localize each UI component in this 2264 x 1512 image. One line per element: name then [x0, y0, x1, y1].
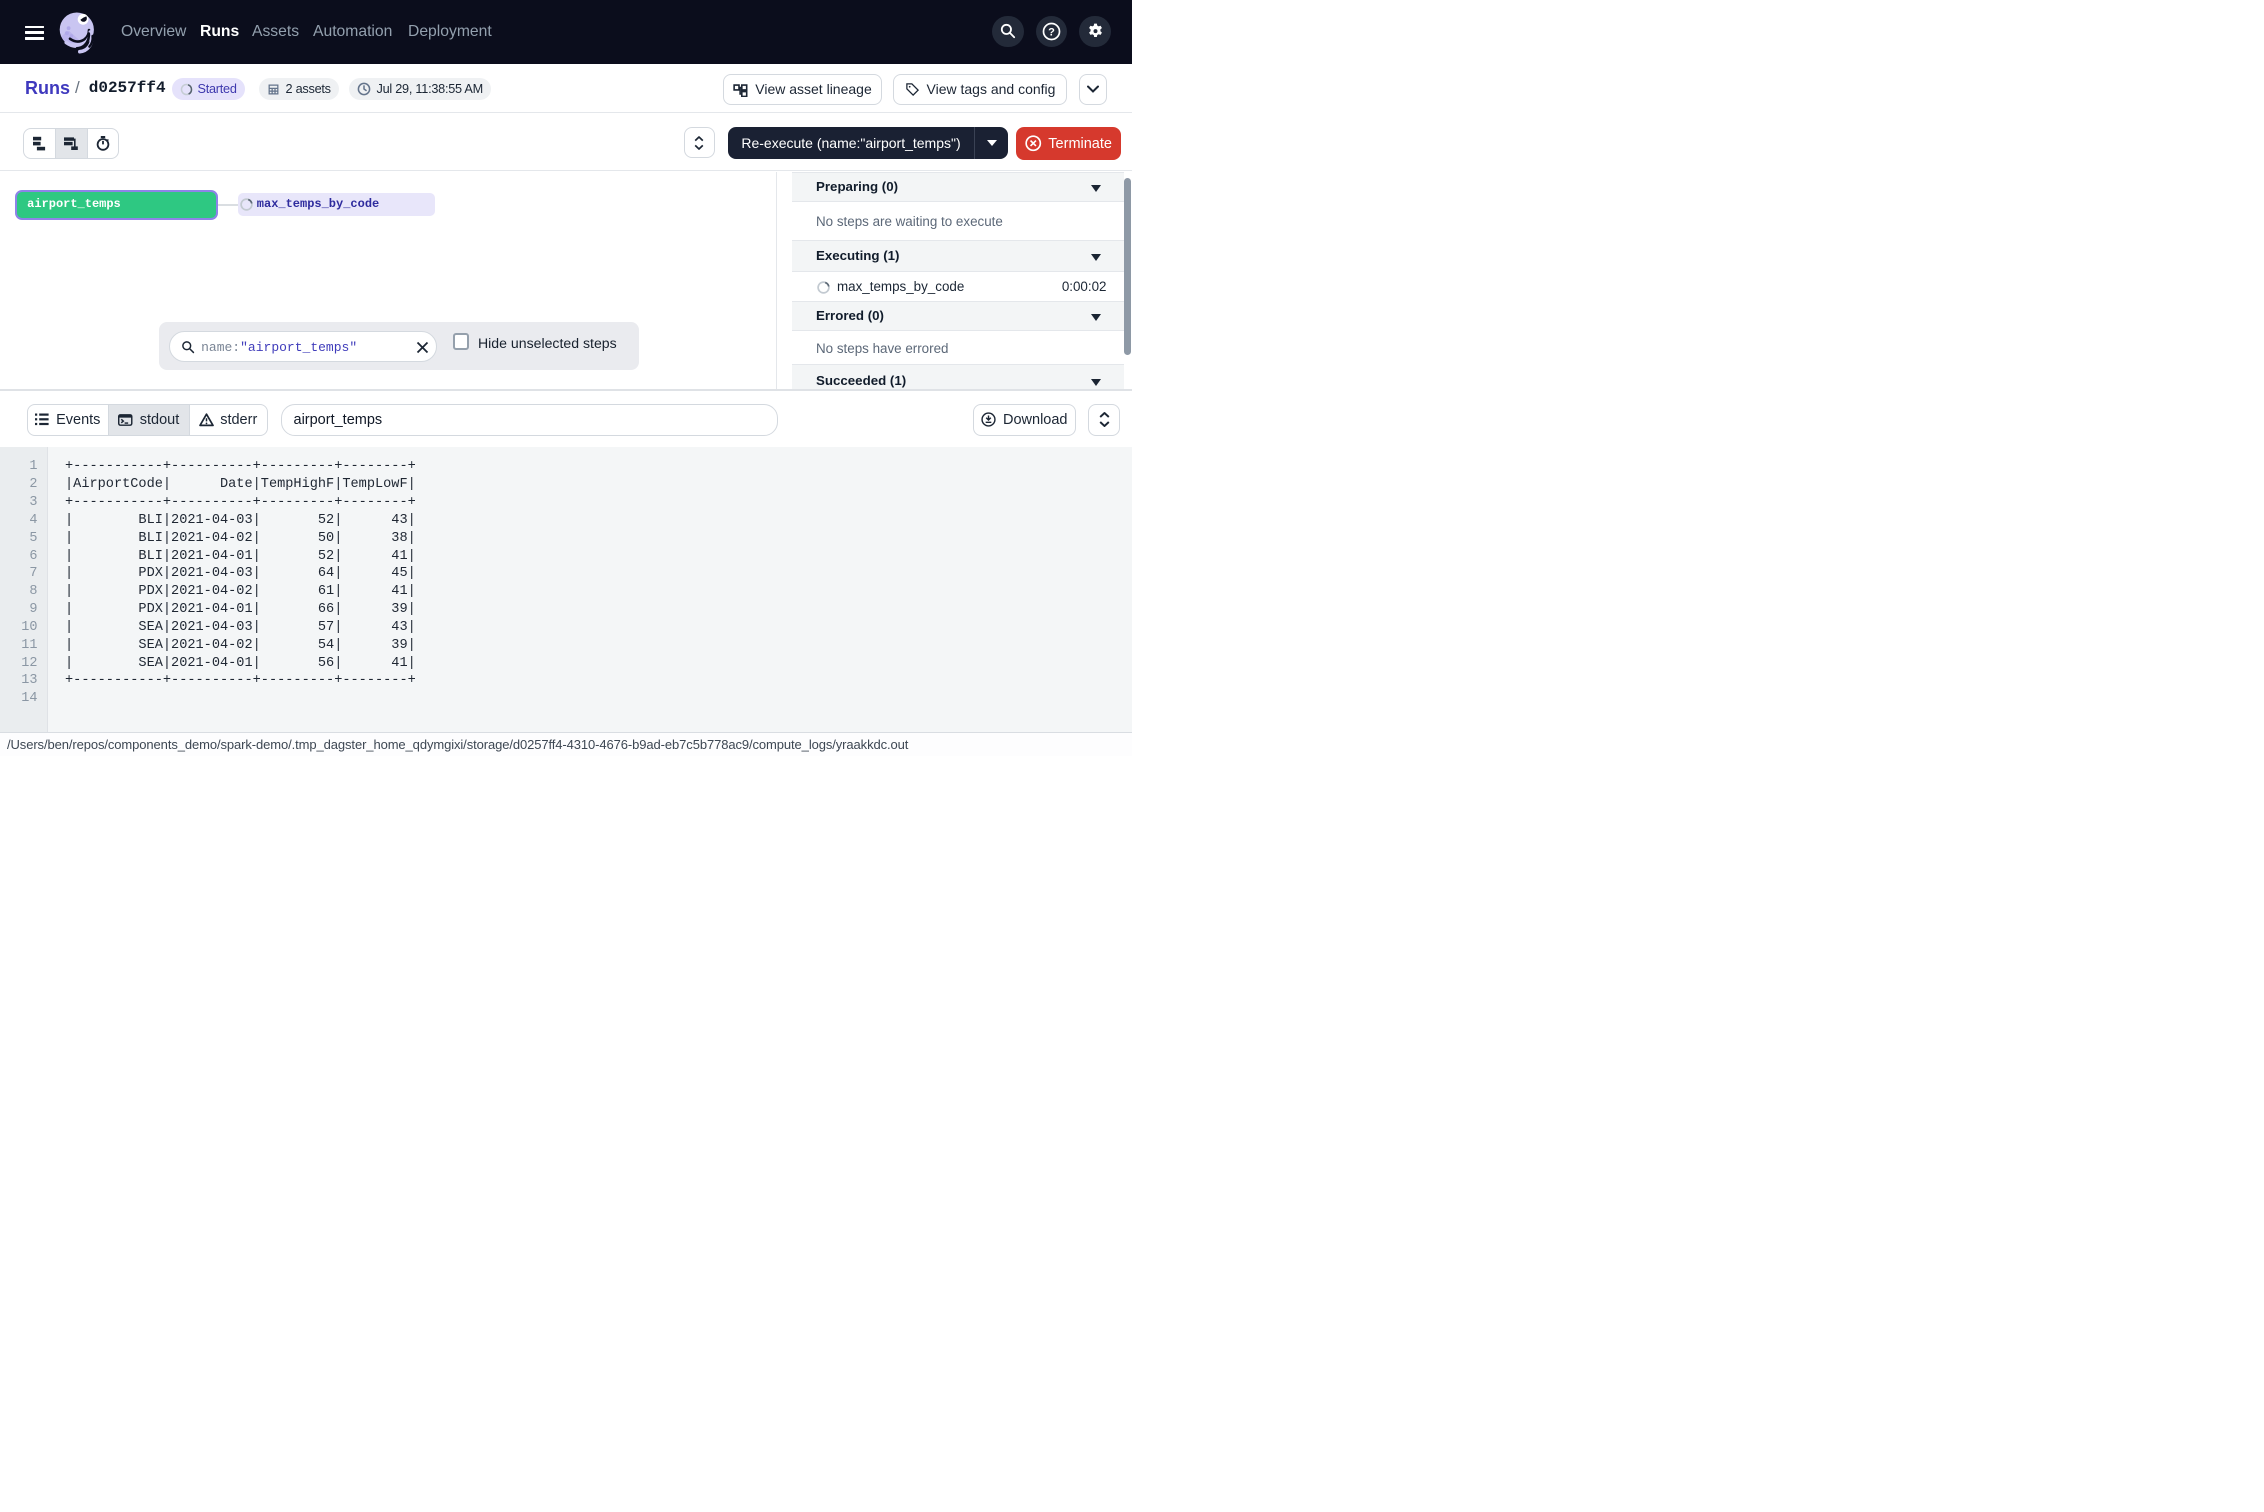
svg-text:?: ?: [1048, 26, 1055, 38]
